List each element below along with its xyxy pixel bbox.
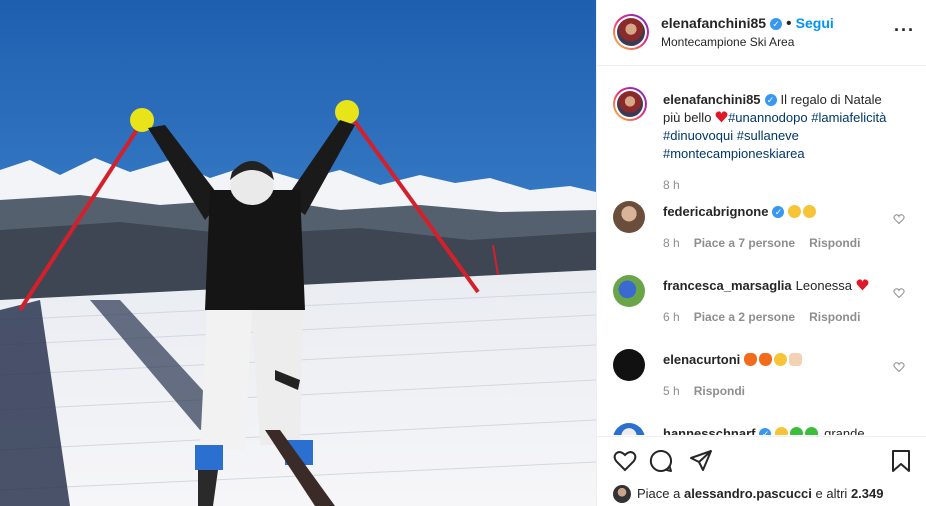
comments-list[interactable]: elenafanchini85 ✓ Il regalo di Natale più …	[597, 67, 926, 435]
green-heart-emoji-icon	[805, 427, 819, 435]
caption-time[interactable]: 8 h	[663, 178, 680, 192]
reply-button[interactable]: Rispondi	[809, 310, 860, 324]
like-heart-icon[interactable]	[613, 449, 637, 473]
hashtag-link[interactable]: #sullaneve	[737, 128, 799, 143]
post-side-panel: elenafanchini85 ✓ • Segui Montecampione Ski…	[596, 0, 926, 506]
likes-count[interactable]: 2.349	[851, 486, 884, 501]
caption-username[interactable]: elenafanchini85	[663, 92, 761, 107]
comment-likes[interactable]: Piace a 7 persone	[694, 236, 795, 250]
fire-emoji-icon	[759, 353, 773, 366]
fire-emoji-icon	[744, 353, 758, 366]
like-comment-icon[interactable]	[893, 213, 905, 225]
hashtag-link[interactable]: #unannodopo	[728, 110, 808, 125]
comment-text: grande	[824, 426, 865, 435]
red-heart-emoji-icon	[715, 111, 728, 123]
likes-summary[interactable]: Piace a alessandro.pascucci e altri 2.34…	[613, 485, 884, 503]
author-avatar[interactable]	[613, 14, 649, 50]
comment-time[interactable]: 5 h	[663, 384, 680, 398]
post-location[interactable]: Montecampione Ski Area	[661, 35, 794, 49]
post-actions-bar: Piace a alessandro.pascucci e altri 2.34…	[597, 436, 926, 506]
reply-button[interactable]: Rispondi	[694, 384, 745, 398]
hashtag-link[interactable]: #montecampioneskiarea	[663, 146, 805, 161]
verified-badge-icon: ✓	[759, 428, 772, 435]
more-icon[interactable]: ···	[894, 20, 915, 41]
post-header: elenafanchini85 ✓ • Segui Montecampione Ski…	[597, 0, 926, 66]
comment-text: Leonessa	[795, 278, 853, 293]
green-heart-emoji-icon	[790, 427, 804, 435]
caption-avatar[interactable]	[613, 87, 647, 121]
likes-suffix: e altri	[815, 486, 848, 501]
comment-time[interactable]: 6 h	[663, 310, 680, 324]
kiss-emoji-icon	[774, 353, 788, 366]
liker-avatar	[613, 485, 631, 503]
like-comment-icon[interactable]	[893, 361, 905, 373]
grin-emoji-icon	[775, 427, 789, 435]
heart-eyes-emoji-icon	[788, 205, 802, 218]
liked-by-username[interactable]: alessandro.pascucci	[684, 486, 812, 501]
comment-username[interactable]: federicabrignone	[663, 204, 768, 219]
skier-photo	[0, 0, 596, 506]
post-photo[interactable]	[0, 0, 596, 506]
comment-username[interactable]: hannesschnarf	[663, 426, 755, 435]
commenter-avatar[interactable]	[613, 275, 645, 307]
hashtag-link[interactable]: #dinuovoqui	[663, 128, 733, 143]
like-comment-icon[interactable]	[893, 287, 905, 299]
separator-dot: •	[786, 15, 792, 32]
comment-username[interactable]: elenacurtoni	[663, 352, 740, 367]
hashtag-link[interactable]: #lamiafelicità	[811, 110, 886, 125]
heart-eyes-emoji-icon	[803, 205, 817, 218]
verified-badge-icon: ✓	[770, 18, 783, 30]
comment-username[interactable]: francesca_marsaglia	[663, 278, 792, 293]
verified-badge-icon: ✓	[772, 206, 785, 218]
flexed-biceps-emoji-icon	[789, 353, 803, 366]
verified-badge-icon: ✓	[764, 94, 777, 106]
comment-bubble-icon[interactable]	[649, 449, 673, 473]
bookmark-icon[interactable]	[889, 449, 913, 473]
commenter-avatar[interactable]	[613, 423, 645, 435]
follow-button[interactable]: Segui	[796, 15, 834, 31]
comment-likes[interactable]: Piace a 2 persone	[694, 310, 795, 324]
likes-prefix: Piace a	[637, 486, 681, 501]
red-heart-emoji-icon	[856, 279, 869, 291]
comment-time[interactable]: 8 h	[663, 236, 680, 250]
commenter-avatar[interactable]	[613, 201, 645, 233]
reply-button[interactable]: Rispondi	[809, 236, 860, 250]
commenter-avatar[interactable]	[613, 349, 645, 381]
share-paper-plane-icon[interactable]	[689, 449, 713, 473]
author-username[interactable]: elenafanchini85	[661, 15, 766, 31]
